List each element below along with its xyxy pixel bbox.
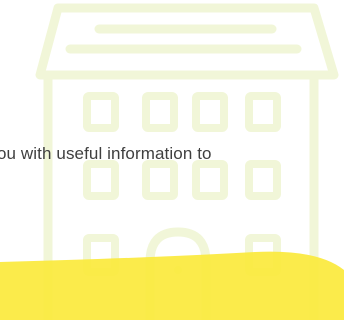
hero-frame: ou with useful information to — [0, 0, 344, 320]
info-text: ou with useful information to — [0, 144, 212, 163]
